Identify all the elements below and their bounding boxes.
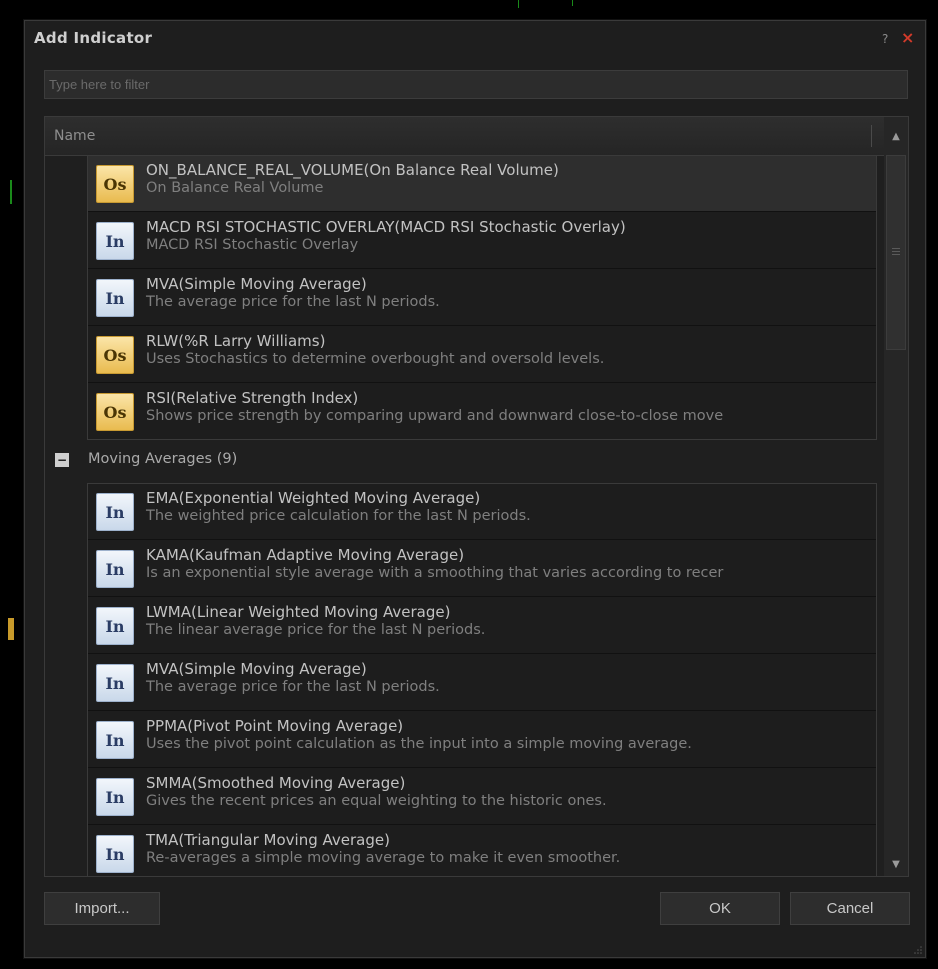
list-item[interactable]: In KAMA(Kaufman Adaptive Moving Average) I… [87, 540, 877, 597]
column-header-label: Name [54, 128, 96, 144]
indicator-name: KAMA(Kaufman Adaptive Moving Average) [146, 546, 465, 564]
indicator-badge-icon: In [96, 835, 134, 873]
indicator-description: The linear average price for the last N … [146, 622, 486, 638]
indicator-description: The weighted price calculation for the l… [146, 508, 531, 524]
indicator-name: MVA(Simple Moving Average) [146, 275, 367, 293]
indicator-description: Shows price strength by comparing upward… [146, 408, 724, 424]
list-item[interactable]: In PPMA(Pivot Point Moving Average) Uses t… [87, 711, 877, 768]
scroll-up-arrow-icon[interactable]: ▲ [884, 117, 908, 155]
indicator-description: On Balance Real Volume [146, 180, 324, 196]
group-label: Moving Averages (9) [88, 451, 238, 467]
list-rows: Os ON_BALANCE_REAL_VOLUME(On Balance Real… [45, 155, 884, 876]
import-button[interactable]: Import... [44, 892, 160, 925]
indicator-name: MVA(Simple Moving Average) [146, 660, 367, 678]
indicator-name: EMA(Exponential Weighted Moving Average) [146, 489, 481, 507]
indicator-description: Gives the recent prices an equal weighti… [146, 793, 607, 809]
dialog-titlebar[interactable]: Add Indicator ? × [25, 21, 925, 53]
indicator-badge-icon: In [96, 222, 134, 260]
collapse-minus-icon[interactable]: − [55, 453, 69, 467]
list-item[interactable]: In SMMA(Smoothed Moving Average) Gives the… [87, 768, 877, 825]
indicator-name: MACD RSI STOCHASTIC OVERLAY(MACD RSI Sto… [146, 218, 626, 236]
help-button[interactable]: ? [882, 32, 888, 46]
indicator-badge-icon: In [96, 493, 134, 531]
list-item[interactable]: In MACD RSI STOCHASTIC OVERLAY(MACD RSI S… [87, 212, 877, 269]
chart-fragment [8, 618, 14, 640]
indicator-description: The average price for the last N periods… [146, 679, 440, 695]
indicator-list: Name Os ON_BALANCE_REAL_VOLUME(On Balance… [44, 116, 909, 877]
chart-fragment [518, 0, 519, 8]
indicator-badge-icon: In [96, 550, 134, 588]
indicator-badge-icon: In [96, 721, 134, 759]
chart-fragment [572, 0, 573, 6]
indicator-name: SMMA(Smoothed Moving Average) [146, 774, 406, 792]
indicator-description: MACD RSI Stochastic Overlay [146, 237, 359, 253]
list-item[interactable]: In MVA(Simple Moving Average) The average … [87, 654, 877, 711]
chart-fragment [10, 180, 12, 204]
ok-button[interactable]: OK [660, 892, 780, 925]
list-item[interactable]: In EMA(Exponential Weighted Moving Averag… [87, 483, 877, 540]
indicator-description: Uses Stochastics to determine overbought… [146, 351, 605, 367]
indicator-badge-icon: In [96, 664, 134, 702]
indicator-name: LWMA(Linear Weighted Moving Average) [146, 603, 451, 621]
close-button[interactable]: × [901, 28, 914, 47]
vertical-scrollbar[interactable]: ▲ ▼ [884, 117, 908, 876]
indicator-badge-icon: In [96, 279, 134, 317]
oscillator-badge-icon: Os [96, 393, 134, 431]
scrollbar-thumb[interactable] [886, 155, 906, 350]
oscillator-badge-icon: Os [96, 165, 134, 203]
oscillator-badge-icon: Os [96, 336, 134, 374]
indicator-name: RSI(Relative Strength Index) [146, 389, 359, 407]
list-item[interactable]: In LWMA(Linear Weighted Moving Average) Th… [87, 597, 877, 654]
list-item[interactable]: In MVA(Simple Moving Average) The average … [87, 269, 877, 326]
cancel-button[interactable]: Cancel [790, 892, 910, 925]
indicator-description: Is an exponential style average with a s… [146, 565, 724, 581]
indicator-description: The average price for the last N periods… [146, 294, 440, 310]
resize-grip-icon[interactable] [913, 945, 923, 955]
column-separator[interactable] [871, 125, 872, 147]
indicator-name: TMA(Triangular Moving Average) [146, 831, 390, 849]
indicator-badge-icon: In [96, 778, 134, 816]
list-item[interactable]: Os RSI(Relative Strength Index) Shows pric… [87, 383, 877, 440]
indicator-name: PPMA(Pivot Point Moving Average) [146, 717, 404, 735]
indicator-name: ON_BALANCE_REAL_VOLUME(On Balance Real V… [146, 161, 559, 179]
dialog-title: Add Indicator [34, 29, 153, 47]
list-item[interactable]: Os RLW(%R Larry Williams) Uses Stochastics… [87, 326, 877, 383]
group-header-moving-averages[interactable]: − Moving Averages (9) [45, 440, 884, 480]
grip-icon [892, 248, 900, 249]
indicator-description: Uses the pivot point calculation as the … [146, 736, 692, 752]
column-header-name[interactable]: Name [45, 117, 884, 156]
indicator-name: RLW(%R Larry Williams) [146, 332, 326, 350]
list-item[interactable]: Os ON_BALANCE_REAL_VOLUME(On Balance Real… [87, 155, 877, 212]
add-indicator-dialog: Add Indicator ? × Name Os ON_BALANCE_REAL… [24, 20, 926, 958]
indicator-badge-icon: In [96, 607, 134, 645]
indicator-description: Re-averages a simple moving average to m… [146, 850, 621, 866]
scroll-down-arrow-icon[interactable]: ▼ [884, 852, 908, 876]
list-item[interactable]: In TMA(Triangular Moving Average) Re-avera… [87, 825, 877, 876]
filter-input[interactable] [44, 70, 908, 99]
